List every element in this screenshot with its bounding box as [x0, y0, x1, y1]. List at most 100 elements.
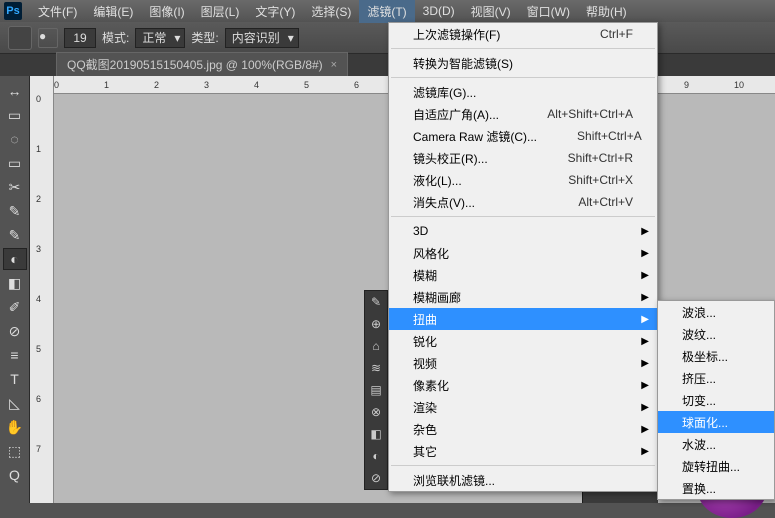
menu-image[interactable]: 图像(I): [141, 0, 192, 23]
ftool-5[interactable]: ▤: [365, 379, 387, 401]
filter-pixelate[interactable]: 像素化▶: [389, 374, 657, 396]
menu-label: 杂色: [413, 421, 437, 438]
menu-label: 上次滤镜操作(F): [413, 26, 500, 43]
brush-size-input[interactable]: 19: [64, 28, 96, 48]
menu-select[interactable]: 选择(S): [303, 0, 359, 23]
tool-gradient[interactable]: ≡: [3, 344, 27, 366]
menu-file[interactable]: 文件(F): [30, 0, 85, 23]
menu-label: 转换为智能滤镜(S): [413, 55, 513, 72]
filter-3d[interactable]: 3D▶: [389, 220, 657, 242]
tool-brush[interactable]: ✎: [3, 224, 27, 246]
filter-video[interactable]: 视频▶: [389, 352, 657, 374]
menu-label: 滤镜库(G)...: [413, 84, 476, 101]
tool-healing[interactable]: ◐: [3, 248, 27, 270]
filter-distort[interactable]: 扭曲▶: [389, 308, 657, 330]
filter-camera-raw[interactable]: Camera Raw 滤镜(C)... Shift+Ctrl+A: [389, 125, 657, 147]
ftool-1[interactable]: ✎: [365, 291, 387, 313]
menu-label: 视频: [413, 355, 437, 372]
filter-noise[interactable]: 杂色▶: [389, 418, 657, 440]
filter-sharpen[interactable]: 锐化 ▶: [389, 330, 657, 352]
menu-label: 自适应广角(A)...: [413, 106, 499, 123]
distort-ripple[interactable]: 波纹...: [658, 323, 774, 345]
distort-shear[interactable]: 切变...: [658, 389, 774, 411]
tool-eyedropper[interactable]: ✎: [3, 200, 27, 222]
separator: [391, 77, 655, 78]
distort-spherize[interactable]: 球面化...: [658, 411, 774, 433]
menu-help[interactable]: 帮助(H): [578, 0, 635, 23]
tool-hand[interactable]: ✋: [3, 416, 27, 438]
type-dropdown[interactable]: 内容识别: [225, 28, 299, 48]
distort-wave[interactable]: 波浪...: [658, 301, 774, 323]
tool-clone[interactable]: ◧: [3, 272, 27, 294]
distort-zigzag[interactable]: 水波...: [658, 433, 774, 455]
submenu-arrow-icon: ▶: [641, 336, 649, 347]
menu-label: 模糊画廊: [413, 289, 461, 306]
filter-convert-smart[interactable]: 转换为智能滤镜(S): [389, 52, 657, 74]
menu-shortcut: Alt+Shift+Ctrl+A: [507, 107, 633, 121]
filter-browse-online[interactable]: 浏览联机滤镜...: [389, 469, 657, 491]
filter-adaptive[interactable]: 自适应广角(A)... Alt+Shift+Ctrl+A: [389, 103, 657, 125]
distort-pinch[interactable]: 挤压...: [658, 367, 774, 389]
tool-pen[interactable]: ◺: [3, 392, 27, 414]
filter-blur-gallery[interactable]: 模糊画廊▶: [389, 286, 657, 308]
tool-quickmask[interactable]: Q: [3, 464, 27, 486]
ruler-h-tick: 10: [734, 80, 744, 90]
distort-polar[interactable]: 极坐标...: [658, 345, 774, 367]
ruler-h-tick: 4: [254, 80, 259, 90]
tool-marquee[interactable]: ▭: [3, 104, 27, 126]
ftool-4[interactable]: ≋: [365, 357, 387, 379]
app-logo: Ps: [4, 2, 22, 20]
ruler-v-tick: 3: [36, 244, 41, 254]
menu-type[interactable]: 文字(Y): [247, 0, 303, 23]
filter-other[interactable]: 其它▶: [389, 440, 657, 462]
distort-displace[interactable]: 置换...: [658, 477, 774, 499]
menu-label: 风格化: [413, 245, 449, 262]
menu-label: 浏览联机滤镜...: [413, 472, 495, 489]
menu-window[interactable]: 窗口(W): [519, 0, 578, 23]
ftool-6[interactable]: ⊗: [365, 401, 387, 423]
menu-shortcut: Ctrl+F: [560, 27, 633, 41]
tool-eraser[interactable]: ⊘: [3, 320, 27, 342]
ftool-9[interactable]: ⊘: [365, 467, 387, 489]
close-icon[interactable]: ×: [331, 59, 337, 71]
ftool-2[interactable]: ⊕: [365, 313, 387, 335]
ftool-8[interactable]: ◐: [365, 445, 387, 467]
current-tool-icon[interactable]: [8, 26, 32, 50]
tool-move[interactable]: ↔: [3, 80, 27, 102]
ruler-v-tick: 7: [36, 444, 41, 454]
filter-gallery[interactable]: 滤镜库(G)...: [389, 81, 657, 103]
ftool-7[interactable]: ◧: [365, 423, 387, 445]
filter-lens[interactable]: 镜头校正(R)... Shift+Ctrl+R: [389, 147, 657, 169]
tool-crop[interactable]: ▭: [3, 152, 27, 174]
filter-render[interactable]: 渲染▶: [389, 396, 657, 418]
menu-shortcut: Alt+Ctrl+V: [538, 195, 633, 209]
mode-dropdown[interactable]: 正常: [135, 28, 185, 48]
menu-filter[interactable]: 滤镜(T): [359, 0, 414, 23]
tool-pencil[interactable]: ✐: [3, 296, 27, 318]
filter-vanishing[interactable]: 消失点(V)... Alt+Ctrl+V: [389, 191, 657, 213]
submenu-arrow-icon: ▶: [641, 402, 649, 413]
menu-label: 其它: [413, 443, 437, 460]
tool-type[interactable]: T: [3, 368, 27, 390]
filter-liquify[interactable]: 液化(L)... Shift+Ctrl+X: [389, 169, 657, 191]
filter-blur[interactable]: 模糊▶: [389, 264, 657, 286]
document-title: QQ截图20190515150405.jpg @ 100%(RGB/8#): [67, 56, 323, 73]
menu-edit[interactable]: 编辑(E): [85, 0, 141, 23]
filter-stylize[interactable]: 风格化▶: [389, 242, 657, 264]
menu-label: 锐化: [413, 333, 437, 350]
distort-twirl[interactable]: 旋转扭曲...: [658, 455, 774, 477]
filter-last[interactable]: 上次滤镜操作(F) Ctrl+F: [389, 23, 657, 45]
menu-3d[interactable]: 3D(D): [415, 1, 463, 21]
distort-submenu: 波浪... 波纹... 极坐标... 挤压... 切变... 球面化... 水波…: [657, 300, 775, 500]
brush-thumb-icon[interactable]: ●: [38, 28, 58, 48]
tool-slice[interactable]: ✂: [3, 176, 27, 198]
type-label: 类型:: [191, 29, 218, 46]
tool-rect[interactable]: ⬚: [3, 440, 27, 462]
ruler-h-tick: 1: [104, 80, 109, 90]
menu-view[interactable]: 视图(V): [463, 0, 519, 23]
document-tab[interactable]: QQ截图20190515150405.jpg @ 100%(RGB/8#) ×: [56, 52, 348, 76]
mode-label: 模式:: [102, 29, 129, 46]
tool-lasso[interactable]: ◌: [3, 128, 27, 150]
ftool-3[interactable]: ⌂: [365, 335, 387, 357]
menu-layer[interactable]: 图层(L): [193, 0, 248, 23]
